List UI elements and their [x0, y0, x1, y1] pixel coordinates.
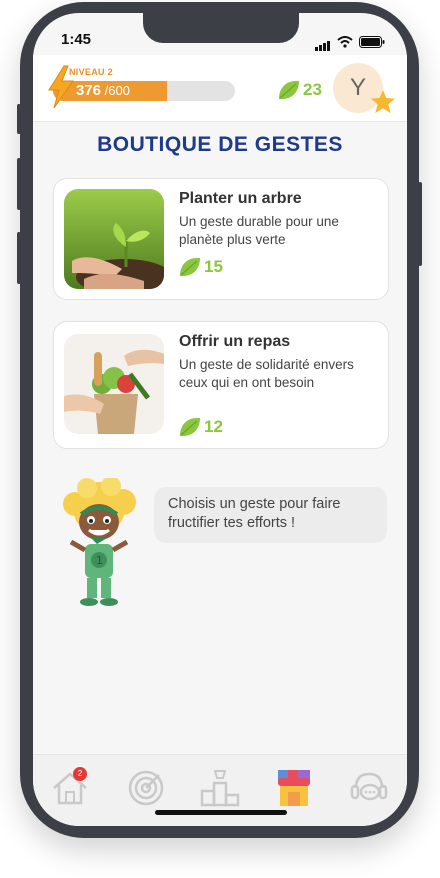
tab-rankings[interactable]: [197, 765, 243, 811]
signal-icon: [315, 33, 331, 51]
item-title: Offrir un repas: [179, 333, 291, 350]
mascot-message: Choisis un geste pour faire fructifier t…: [168, 496, 341, 531]
item-description: Un geste durable pour une planète plus v…: [179, 214, 339, 247]
tab-home[interactable]: 2: [47, 765, 93, 811]
leaf-balance[interactable]: 23: [277, 79, 322, 101]
status-icons: [315, 33, 385, 51]
headset-icon: [350, 772, 388, 801]
xp-max: /600: [104, 83, 130, 98]
cost-value: 12: [204, 417, 223, 436]
leaf-count: 23: [303, 80, 322, 99]
volume-up-button: [17, 158, 21, 210]
page-title: BOUTIQUE DE GESTES: [97, 133, 343, 156]
tab-shop[interactable]: [271, 765, 317, 811]
tab-goals[interactable]: [123, 765, 169, 811]
star-icon: [371, 90, 395, 113]
notification-badge: 2: [73, 767, 87, 781]
battery-icon: [359, 36, 385, 48]
leaf-icon: [180, 417, 200, 437]
screen: 1:45 NIVEAU 2 376 /600 23 Y BOUTIQUE DE …: [33, 13, 407, 826]
cost-value: 15: [204, 257, 223, 276]
app-header: NIVEAU 2 376 /600 23 Y: [33, 55, 407, 122]
shop-icon: [278, 770, 310, 806]
status-time: 1:45: [61, 31, 92, 48]
podium-icon: [200, 770, 240, 807]
power-button: [418, 182, 422, 266]
svg-text:1: 1: [96, 554, 103, 567]
mascot-character: 1: [63, 478, 136, 606]
home-indicator: [155, 810, 287, 815]
volume-down-button: [17, 232, 21, 284]
wifi-icon: [337, 36, 353, 48]
tab-bar: 2: [33, 754, 407, 826]
notch: [143, 13, 299, 43]
tree-planting-image: [64, 189, 164, 289]
shop-item-offer-meal[interactable]: Offrir un repas Un geste de solidarité e…: [53, 321, 389, 449]
target-icon: [128, 770, 164, 806]
item-title: Planter un arbre: [179, 190, 302, 207]
shop-item-plant-tree[interactable]: Planter un arbre Un geste durable pour u…: [53, 178, 389, 300]
xp-text: 376 /600: [76, 82, 130, 99]
item-description: Un geste de solidarité envers ceux qui e…: [179, 357, 354, 390]
meal-donation-image: [64, 334, 164, 434]
mute-switch: [17, 104, 21, 134]
item-cost: 12: [178, 416, 223, 438]
level-label: NIVEAU 2: [69, 67, 113, 77]
item-cost: 15: [178, 256, 223, 278]
xp-current: 376: [76, 82, 102, 99]
leaf-icon: [180, 257, 200, 277]
tab-support[interactable]: [346, 765, 392, 811]
leaf-icon: [279, 80, 299, 100]
speech-bubble: Choisis un geste pour faire fructifier t…: [154, 487, 387, 543]
